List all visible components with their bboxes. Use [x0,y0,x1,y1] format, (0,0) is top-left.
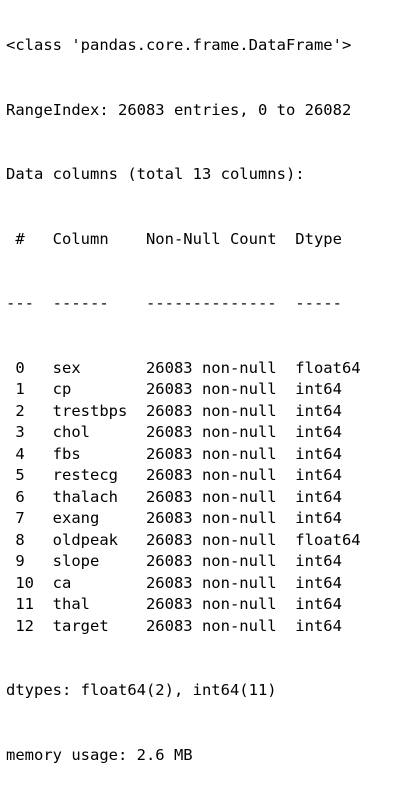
table-row: 3 chol 26083 non-null int64 [6,423,342,441]
memory-usage-line: memory usage: 2.6 MB [6,745,193,764]
table-row: 1 cp 26083 non-null int64 [6,380,342,398]
table-row: 12 target 26083 non-null int64 [6,616,342,635]
table-row: 0 sex 26083 non-null float64 [6,358,361,377]
table-separator-line: --- ------ -------------- ----- [6,294,342,312]
table-row: 6 thalach 26083 non-null int64 [6,487,342,506]
table-rows: 0 sex 26083 non-null float64 1 cp 26083 … [6,358,361,638]
table-row: 8 oldpeak 26083 non-null float64 [6,530,361,549]
table-row: 9 slope 26083 non-null int64 [6,552,342,570]
dataframe-info-output: <class 'pandas.core.frame.DataFrame'> Ra… [6,0,361,788]
table-row: 10 ca 26083 non-null int64 [6,573,342,592]
table-row: 5 restecg 26083 non-null int64 [6,466,342,484]
table-header-line: # Column Non-Null Count Dtype [6,229,342,248]
table-row: 7 exang 26083 non-null int64 [6,509,342,527]
table-row: 11 thal 26083 non-null int64 [6,595,342,613]
table-row: 4 fbs 26083 non-null int64 [6,444,342,463]
range-index-line: RangeIndex: 26083 entries, 0 to 26082 [6,100,352,119]
columns-summary-line: Data columns (total 13 columns): [6,165,305,183]
class-line: <class 'pandas.core.frame.DataFrame'> [6,36,352,54]
dtypes-line: dtypes: float64(2), int64(11) [6,681,277,699]
table-row: 2 trestbps 26083 non-null int64 [6,401,342,420]
